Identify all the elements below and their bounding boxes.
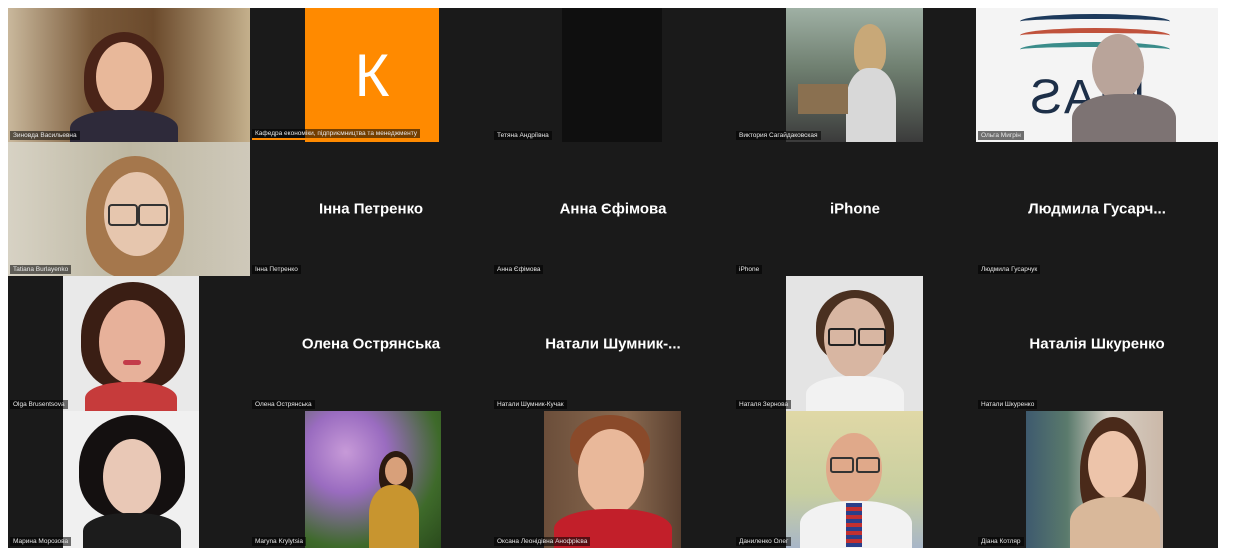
participant-name-label: Tatiana Burlayenko <box>10 265 72 274</box>
participant-name-label: Марина Морозова <box>10 537 72 546</box>
participant-face <box>103 439 161 515</box>
participant-video <box>63 411 199 548</box>
participant-name-label: Олена Острянська <box>252 400 315 409</box>
chair-shape <box>798 84 848 114</box>
participant-video <box>786 8 923 142</box>
participant-face <box>578 429 644 515</box>
participant-tile[interactable]: Зиновда Васильевна <box>8 8 250 142</box>
participant-tile[interactable]: iPhone iPhone <box>734 142 976 276</box>
glasses-icon <box>828 328 856 346</box>
participant-tile[interactable]: К Кафедра економіки, підприємництва та м… <box>250 8 492 142</box>
participant-video <box>305 411 441 548</box>
participant-body <box>85 382 177 411</box>
participant-name-label: Кафедра економіки, підприємництва та мен… <box>252 129 421 140</box>
participant-video <box>786 276 923 411</box>
participant-face <box>99 300 165 384</box>
participant-display-name: Інна Петренко <box>318 200 424 218</box>
participant-display-name: Наталія Шкуренко <box>1029 335 1165 352</box>
participant-tile[interactable]: Tatiana Burlayenko <box>8 142 250 276</box>
participant-display-name: Олена Острянська <box>301 335 441 352</box>
glasses-icon <box>138 204 168 226</box>
participant-face <box>385 457 407 485</box>
lips-shape <box>123 360 141 365</box>
participant-tile[interactable]: Тетяна Андріївна <box>492 8 734 142</box>
participant-display-name: Натали Шумник-... <box>545 335 681 352</box>
participant-tile[interactable]: KIAS Ольга Мигрін <box>976 8 1218 142</box>
participant-video: KIAS <box>976 8 1218 142</box>
glasses-icon <box>830 457 854 473</box>
participant-display-name: iPhone <box>829 200 880 218</box>
participant-name-label: Діана Котляр <box>978 537 1024 546</box>
logo-stripe <box>1020 14 1170 29</box>
glasses-icon <box>858 328 886 346</box>
participant-body <box>1072 94 1176 142</box>
participant-body <box>806 376 904 411</box>
participant-name-label: Анна Єфімова <box>494 265 544 274</box>
participant-name-label: Натали Шкуренко <box>978 400 1038 409</box>
participant-video <box>8 8 250 142</box>
participant-name-label: iPhone <box>736 265 763 274</box>
participant-name-label: Інна Петренко <box>252 265 301 274</box>
participant-display-name: Людмила Гусарч... <box>1028 200 1166 218</box>
participant-tile[interactable]: Інна Петренко Інна Петренко <box>250 142 492 276</box>
participant-name-label: Тетяна Андріївна <box>494 131 552 140</box>
participant-video <box>1026 411 1163 548</box>
participant-tile[interactable]: Олена Острянська Олена Острянська <box>250 276 492 411</box>
glasses-icon <box>856 457 880 473</box>
participant-name-label: Даниленко Олег <box>736 537 792 546</box>
participant-body <box>1070 497 1160 548</box>
participant-name-label: Зиновда Васильевна <box>10 131 80 140</box>
logo-stripe <box>1020 28 1170 43</box>
participant-video <box>544 411 681 548</box>
participant-video <box>786 411 923 548</box>
participant-name-label: Виктория Сагайдаковская <box>736 131 821 140</box>
participant-body <box>846 68 896 142</box>
participant-name-label: Людмила Гусарчук <box>978 265 1041 274</box>
participant-tile[interactable]: Анна Єфімова Анна Єфімова <box>492 142 734 276</box>
participant-name-label: Maryna Krylytsia <box>252 537 307 546</box>
participant-tile[interactable]: Оксана Леонідівна Анофрієва <box>492 411 734 548</box>
avatar: К <box>305 8 439 142</box>
participant-name-label: Ольга Мигрін <box>978 131 1024 140</box>
participant-body <box>70 110 178 142</box>
video-gallery: Зиновда Васильевна К Кафедра економіки, … <box>8 8 1218 548</box>
participant-face <box>1088 431 1138 499</box>
participant-face <box>96 42 152 112</box>
glasses-icon <box>108 204 138 226</box>
participant-tile[interactable]: Діана Котляр <box>976 411 1218 548</box>
participant-face <box>1092 34 1144 100</box>
participant-tile[interactable]: Наталія Шкуренко Натали Шкуренко <box>976 276 1218 411</box>
participant-video <box>562 8 662 142</box>
embroidery-shape <box>846 503 862 547</box>
participant-tile[interactable]: Натали Шумник-... Натали Шумник-Кучак <box>492 276 734 411</box>
participant-name-label: Оксана Леонідівна Анофрієва <box>494 537 591 546</box>
participant-body <box>369 485 419 548</box>
participant-tile[interactable]: Людмила Гусарч... Людмила Гусарчук <box>976 142 1218 276</box>
participant-tile[interactable]: Olga Brusentsova <box>8 276 250 411</box>
participant-name-label: Olga Brusentsova <box>10 400 68 409</box>
participant-name-label: Наталя Зернова <box>736 400 792 409</box>
participant-body <box>83 513 181 548</box>
participant-tile[interactable]: Maryna Krylytsia <box>250 411 492 548</box>
participant-tile[interactable]: Марина Морозова <box>8 411 250 548</box>
participant-display-name: Анна Єфімова <box>559 200 667 218</box>
participant-tile[interactable]: Виктория Сагайдаковская <box>734 8 976 142</box>
participant-tile[interactable]: Наталя Зернова <box>734 276 976 411</box>
participant-video <box>8 142 250 276</box>
participant-tile[interactable]: Даниленко Олег <box>734 411 976 548</box>
participant-name-label: Натали Шумник-Кучак <box>494 400 567 409</box>
participant-video <box>63 276 199 411</box>
participant-hair <box>854 24 886 74</box>
